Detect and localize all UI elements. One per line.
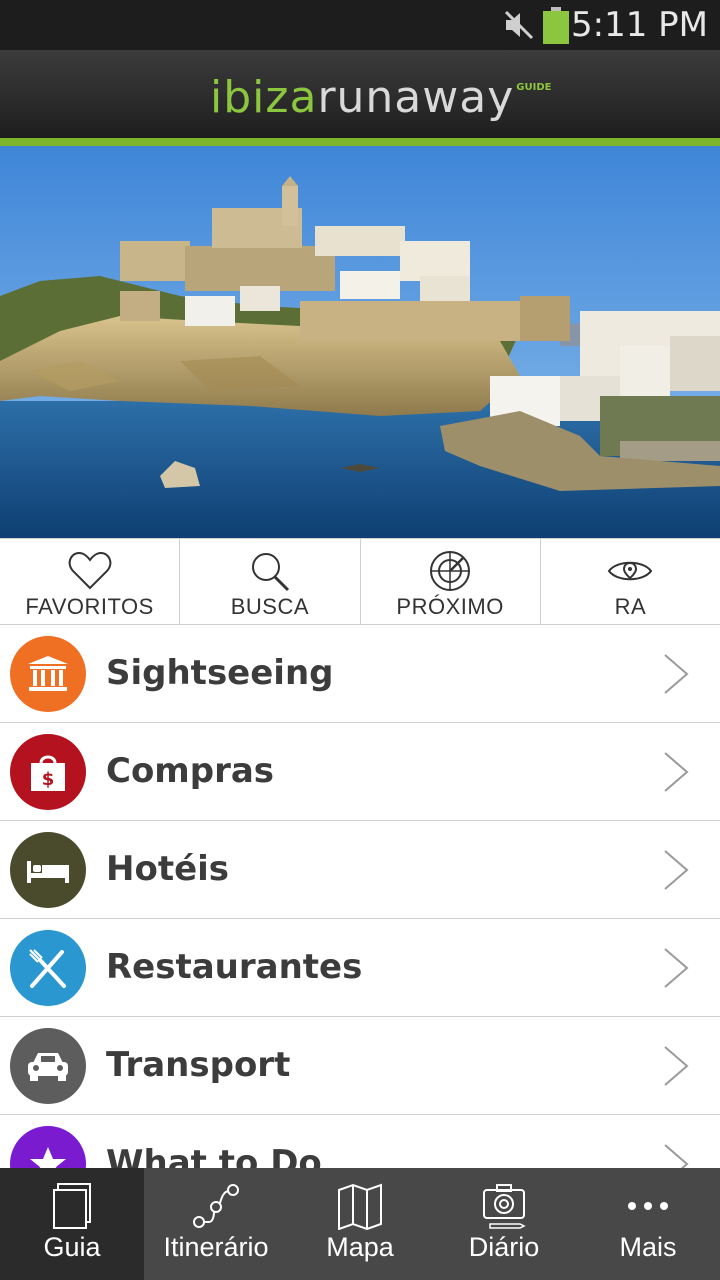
category-row-restaurantes[interactable]: Restaurantes — [0, 919, 720, 1017]
category-label: Transport — [106, 1045, 291, 1085]
category-row-sightseeing[interactable]: Sightseeing — [0, 625, 720, 723]
map-icon — [338, 1183, 382, 1230]
category-label: Hotéis — [106, 849, 230, 889]
category-row-compras[interactable]: $ Compras — [0, 723, 720, 821]
chevron-right-icon — [664, 1046, 689, 1086]
header-accent-line — [0, 138, 720, 146]
quick-action-proximo[interactable]: PRÓXIMO — [361, 539, 541, 624]
tab-label: Itinerário — [163, 1232, 269, 1262]
shopping-bag-icon: $ — [10, 734, 86, 810]
quick-action-label: FAVORITOS — [25, 594, 154, 619]
bed-icon — [10, 832, 86, 908]
hero-image — [0, 146, 720, 538]
chevron-right-icon — [664, 850, 689, 890]
chevron-right-icon — [664, 752, 689, 792]
battery-icon — [543, 7, 569, 44]
route-icon — [193, 1184, 239, 1228]
tab-guia[interactable]: Guia — [0, 1168, 144, 1280]
status-bar: 5:11 PM — [0, 0, 720, 50]
chevron-right-icon — [664, 654, 689, 694]
fork-knife-icon — [10, 930, 86, 1006]
tab-label: Mais — [619, 1232, 677, 1262]
category-row-what-to-do[interactable]: What to Do — [0, 1115, 720, 1168]
tab-mapa[interactable]: Mapa — [288, 1168, 432, 1280]
heart-icon — [68, 551, 111, 590]
eye-icon — [608, 561, 653, 581]
logo-text-ibiza: ibiza — [210, 72, 318, 123]
tab-label: Diário — [468, 1232, 540, 1262]
svg-text:$: $ — [42, 769, 55, 790]
tab-diario[interactable]: Diário — [432, 1168, 576, 1280]
category-row-hoteis[interactable]: Hotéis — [0, 821, 720, 919]
chevron-right-icon — [664, 948, 689, 988]
car-icon — [10, 1028, 86, 1104]
app-header: ibiza runaway GUIDE — [0, 50, 720, 138]
camera-icon — [483, 1184, 526, 1229]
category-label: Compras — [106, 751, 275, 791]
logo-text-runaway: runaway — [317, 72, 515, 123]
chevron-right-icon — [664, 1144, 689, 1168]
more-icon — [628, 1202, 668, 1210]
quick-action-label: PRÓXIMO — [396, 594, 504, 619]
category-label: What to Do — [106, 1143, 322, 1168]
star-icon — [10, 1126, 86, 1168]
tab-mais[interactable]: Mais — [576, 1168, 720, 1280]
search-icon — [251, 553, 289, 592]
tab-label: Guia — [43, 1232, 101, 1262]
bottom-tab-bar: Guia Itinerário Mapa Diário Mais — [0, 1168, 720, 1280]
tab-label: Mapa — [326, 1232, 394, 1262]
quick-action-ra[interactable]: RA — [541, 539, 720, 624]
radar-icon — [430, 551, 471, 591]
tab-itinerario[interactable]: Itinerário — [144, 1168, 288, 1280]
quick-action-favoritos[interactable]: FAVORITOS — [0, 539, 181, 624]
quick-action-label: BUSCA — [230, 594, 310, 619]
category-label: Sightseeing — [106, 653, 334, 693]
status-time: 5:11 PM — [571, 5, 708, 45]
quick-actions-bar: FAVORITOS BUSCA PRÓXIMO RA — [0, 538, 720, 625]
mute-icon — [504, 10, 534, 40]
quick-action-busca[interactable]: BUSCA — [180, 539, 361, 624]
app-logo: ibiza runaway GUIDE — [210, 62, 551, 124]
quick-action-label: RA — [614, 594, 647, 619]
category-label: Restaurantes — [106, 947, 363, 987]
logo-text-guide: GUIDE — [516, 82, 552, 93]
book-icon — [53, 1183, 91, 1229]
monument-icon — [10, 636, 86, 712]
category-list: Sightseeing $ Compras Hotéis Restaurante… — [0, 625, 720, 1168]
category-row-transport[interactable]: Transport — [0, 1017, 720, 1115]
